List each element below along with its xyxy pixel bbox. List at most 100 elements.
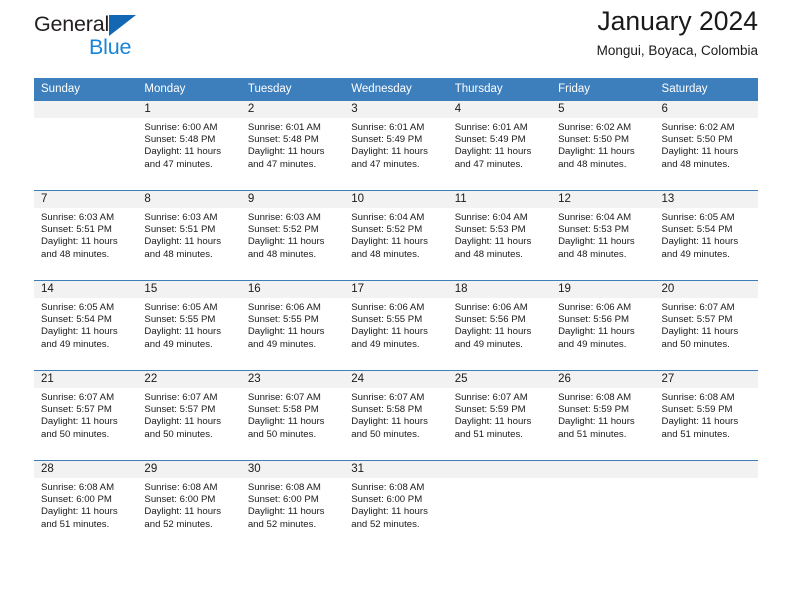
sun-info: Sunrise: 6:07 AM Sunset: 5:57 PM Daylight:… (655, 298, 758, 351)
sunset-text: Sunset: 5:52 PM (351, 224, 423, 236)
day-cell[interactable]: 30 Sunrise: 6:08 AM Sunset: 6:00 PM Dayligh… (240, 461, 345, 550)
sunset-text: Sunset: 5:51 PM (144, 224, 216, 236)
daylight-text-line2: and 47 minutes. (144, 158, 213, 170)
sun-info: Sunrise: 6:01 AM Sunset: 5:48 PM Daylight:… (241, 118, 344, 171)
calendar-cell: 9 Sunrise: 6:03 AM Sunset: 5:52 PM Daylight… (240, 190, 345, 281)
calendar-cell: 25 Sunrise: 6:07 AM Sunset: 5:59 PM Dayligh… (447, 370, 552, 461)
daylight-text-line1: Daylight: 11 hours (454, 146, 532, 158)
day-number: 14 (34, 281, 138, 298)
day-cell[interactable]: 26 Sunrise: 6:08 AM Sunset: 5:59 PM Dayligh… (551, 371, 655, 460)
sunset-text: Sunset: 6:00 PM (144, 494, 216, 506)
sunrise-text: Sunrise: 6:08 AM (351, 482, 425, 493)
sunset-text: Sunset: 6:00 PM (41, 494, 112, 506)
sunrise-text: Sunrise: 6:02 AM (558, 122, 632, 133)
day-cell[interactable]: 2 Sunrise: 6:01 AM Sunset: 5:48 PM Daylight… (240, 101, 345, 190)
sunset-text: Sunset: 5:54 PM (661, 224, 733, 236)
calendar-cell (551, 460, 655, 550)
weekday-header-monday: Monday (137, 78, 241, 101)
logo-text-blue: Blue (89, 35, 132, 59)
day-number (447, 461, 552, 478)
calendar-cell: 12 Sunrise: 6:04 AM Sunset: 5:53 PM Dayligh… (551, 190, 655, 281)
day-cell[interactable]: 21 Sunrise: 6:07 AM Sunset: 5:57 PM Dayligh… (34, 371, 138, 460)
day-cell[interactable]: 12 Sunrise: 6:04 AM Sunset: 5:53 PM Dayligh… (551, 191, 655, 280)
sun-info: Sunrise: 6:02 AM Sunset: 5:50 PM Daylight:… (655, 118, 758, 171)
day-cell[interactable]: 7 Sunrise: 6:03 AM Sunset: 5:51 PM Daylight… (34, 191, 138, 280)
day-cell[interactable]: 18 Sunrise: 6:06 AM Sunset: 5:56 PM Dayligh… (447, 281, 552, 370)
day-number: 17 (344, 281, 448, 298)
day-cell[interactable]: 4 Sunrise: 6:01 AM Sunset: 5:49 PM Daylight… (447, 101, 552, 190)
daylight-text-line1: Daylight: 11 hours (41, 506, 118, 518)
day-cell[interactable]: 20 Sunrise: 6:07 AM Sunset: 5:57 PM Dayligh… (654, 281, 758, 370)
daylight-text-line2: and 48 minutes. (351, 248, 420, 260)
day-cell[interactable]: 1 Sunrise: 6:00 AM Sunset: 5:48 PM Daylight… (137, 101, 241, 190)
day-cell[interactable]: 17 Sunrise: 6:06 AM Sunset: 5:55 PM Dayligh… (344, 281, 448, 370)
day-cell[interactable]: 10 Sunrise: 6:04 AM Sunset: 5:52 PM Dayligh… (344, 191, 448, 280)
weekday-header-sunday: Sunday (34, 78, 138, 101)
calendar-cell: 3 Sunrise: 6:01 AM Sunset: 5:49 PM Daylight… (344, 101, 448, 191)
calendar-cell: 6 Sunrise: 6:02 AM Sunset: 5:50 PM Daylight… (654, 101, 758, 191)
day-cell[interactable]: 24 Sunrise: 6:07 AM Sunset: 5:58 PM Dayligh… (344, 371, 448, 460)
daylight-text-line2: and 47 minutes. (247, 158, 317, 170)
sun-info: Sunrise: 6:06 AM Sunset: 5:55 PM Daylight:… (344, 298, 447, 351)
calendar-cell: 15 Sunrise: 6:05 AM Sunset: 5:55 PM Dayligh… (137, 280, 241, 371)
day-cell[interactable]: 8 Sunrise: 6:03 AM Sunset: 5:51 PM Daylight… (137, 191, 241, 280)
daylight-text-line1: Daylight: 11 hours (661, 236, 739, 248)
day-cell[interactable]: 3 Sunrise: 6:01 AM Sunset: 5:49 PM Daylight… (344, 101, 448, 190)
day-cell[interactable]: 28 Sunrise: 6:08 AM Sunset: 6:00 PM Dayligh… (34, 461, 138, 550)
day-number: 28 (34, 461, 138, 478)
day-cell[interactable]: 13 Sunrise: 6:05 AM Sunset: 5:54 PM Dayligh… (654, 191, 758, 280)
daylight-text-line1: Daylight: 11 hours (144, 326, 222, 338)
calendar-cell: 16 Sunrise: 6:06 AM Sunset: 5:55 PM Dayligh… (240, 280, 345, 371)
day-number: 21 (34, 371, 138, 388)
sun-info: Sunrise: 6:07 AM Sunset: 5:58 PM Daylight:… (344, 388, 447, 441)
day-number: 25 (447, 371, 552, 388)
sunset-text: Sunset: 5:50 PM (558, 134, 630, 146)
daylight-text-line2: and 51 minutes. (41, 518, 110, 530)
day-cell-empty (654, 461, 758, 550)
sunrise-text: Sunrise: 6:04 AM (351, 212, 425, 223)
day-cell-empty (34, 101, 138, 190)
day-cell[interactable]: 16 Sunrise: 6:06 AM Sunset: 5:55 PM Dayligh… (240, 281, 345, 370)
sunrise-text: Sunrise: 6:04 AM (558, 212, 632, 223)
page-header: General Blue January 2024 Mongui, Boyaca… (34, 0, 758, 78)
calendar-cell: 31 Sunrise: 6:08 AM Sunset: 6:00 PM Dayligh… (344, 460, 448, 550)
sunset-text: Sunset: 5:54 PM (41, 314, 112, 326)
calendar-cell: 29 Sunrise: 6:08 AM Sunset: 6:00 PM Dayligh… (137, 460, 241, 550)
sunrise-text: Sunrise: 6:01 AM (454, 122, 528, 133)
calendar-cell: 18 Sunrise: 6:06 AM Sunset: 5:56 PM Dayligh… (447, 280, 552, 371)
sun-info: Sunrise: 6:01 AM Sunset: 5:49 PM Daylight:… (448, 118, 551, 171)
calendar-cell: 30 Sunrise: 6:08 AM Sunset: 6:00 PM Dayligh… (240, 460, 345, 550)
day-cell[interactable]: 15 Sunrise: 6:05 AM Sunset: 5:55 PM Dayligh… (137, 281, 241, 370)
day-number: 16 (240, 281, 345, 298)
daylight-text-line1: Daylight: 11 hours (454, 416, 532, 428)
day-cell[interactable]: 14 Sunrise: 6:05 AM Sunset: 5:54 PM Dayligh… (34, 281, 138, 370)
sunrise-text: Sunrise: 6:07 AM (661, 302, 735, 313)
day-cell[interactable]: 9 Sunrise: 6:03 AM Sunset: 5:52 PM Daylight… (240, 191, 345, 280)
day-cell[interactable]: 29 Sunrise: 6:08 AM Sunset: 6:00 PM Dayligh… (137, 461, 241, 550)
day-number: 19 (551, 281, 655, 298)
day-cell[interactable]: 31 Sunrise: 6:08 AM Sunset: 6:00 PM Dayligh… (344, 461, 448, 550)
day-cell[interactable]: 25 Sunrise: 6:07 AM Sunset: 5:59 PM Dayligh… (447, 371, 552, 460)
sun-info: Sunrise: 6:05 AM Sunset: 5:55 PM Daylight:… (137, 298, 240, 351)
day-cell[interactable]: 5 Sunrise: 6:02 AM Sunset: 5:50 PM Daylight… (551, 101, 655, 190)
daylight-text-line2: and 48 minutes. (144, 248, 213, 260)
sunrise-text: Sunrise: 6:05 AM (661, 212, 735, 223)
day-cell[interactable]: 22 Sunrise: 6:07 AM Sunset: 5:57 PM Dayligh… (137, 371, 241, 460)
day-number: 13 (654, 191, 758, 208)
weekday-header-row: Sunday Monday Tuesday Wednesday Thursday… (34, 78, 758, 101)
day-cell[interactable]: 11 Sunrise: 6:04 AM Sunset: 5:53 PM Dayligh… (447, 191, 552, 280)
daylight-text-line2: and 50 minutes. (661, 338, 730, 350)
daylight-text-line1: Daylight: 11 hours (144, 236, 222, 248)
day-cell[interactable]: 23 Sunrise: 6:07 AM Sunset: 5:58 PM Dayligh… (240, 371, 345, 460)
generalblue-logo[interactable]: General Blue (34, 12, 214, 68)
calendar-cell: 24 Sunrise: 6:07 AM Sunset: 5:58 PM Dayligh… (344, 370, 448, 461)
sun-info: Sunrise: 6:06 AM Sunset: 5:56 PM Daylight:… (551, 298, 654, 351)
calendar-cell: 10 Sunrise: 6:04 AM Sunset: 5:52 PM Dayligh… (344, 190, 448, 281)
daylight-text-line1: Daylight: 11 hours (41, 236, 118, 248)
sunset-text: Sunset: 5:57 PM (41, 404, 112, 416)
day-cell[interactable]: 27 Sunrise: 6:08 AM Sunset: 5:59 PM Dayligh… (654, 371, 758, 460)
day-cell[interactable]: 6 Sunrise: 6:02 AM Sunset: 5:50 PM Daylight… (654, 101, 758, 190)
day-cell[interactable]: 19 Sunrise: 6:06 AM Sunset: 5:56 PM Dayligh… (551, 281, 655, 370)
sunrise-text: Sunrise: 6:07 AM (144, 392, 218, 403)
weekday-header-saturday: Saturday (654, 78, 758, 101)
